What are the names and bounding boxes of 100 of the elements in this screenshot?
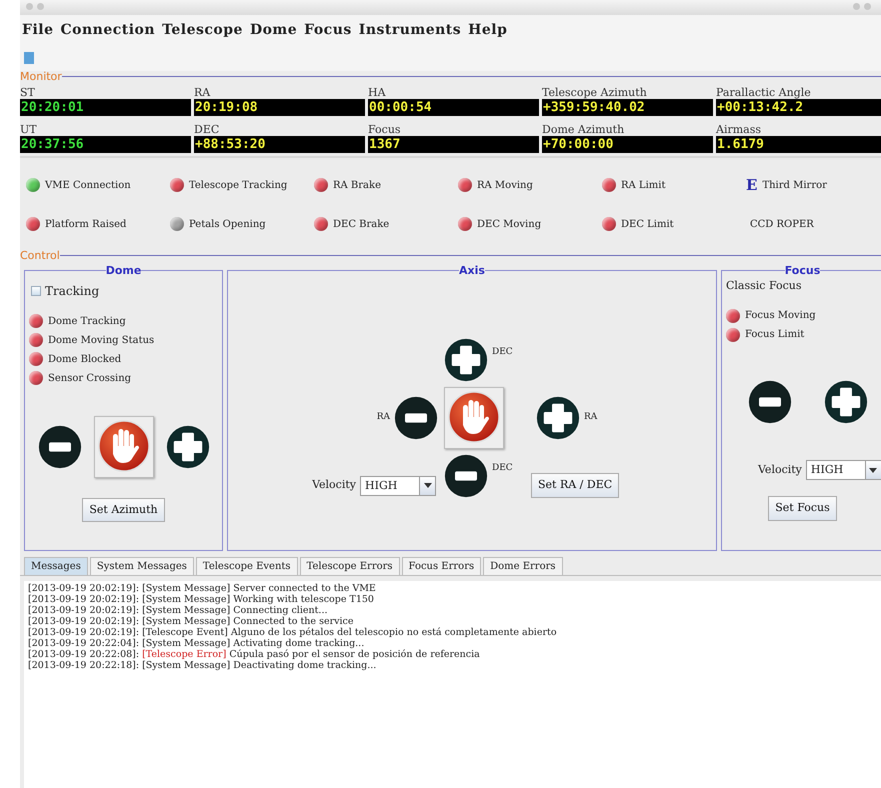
log-line: [2013-09-19 20:02:19]: [System Message] Working with telescope T150 <box>28 594 375 604</box>
plus-icon <box>166 424 210 468</box>
minus-icon <box>444 454 488 498</box>
readout-value: 20:20:01 <box>20 99 191 116</box>
menu-item[interactable]: Help <box>468 20 508 40</box>
field-label: Dome Azimuth <box>542 122 626 136</box>
readout-value: +359:59:40.02 <box>542 99 713 116</box>
indicator-label: Platform Raised <box>45 218 126 232</box>
indicator-label: Dome Moving Status <box>48 334 154 348</box>
tracking-checkbox[interactable] <box>31 286 41 296</box>
indicator-label: Third Mirror <box>762 178 827 193</box>
log-line: [2013-09-19 20:02:19]: [System Message] Connecting client... <box>28 604 328 616</box>
section-title: Axis <box>459 264 485 276</box>
indicator-label: Dome Blocked <box>48 352 122 366</box>
indicator-label: Telescope Tracking <box>189 178 288 193</box>
set-ra-dec-button[interactable]: Set RA / DEC <box>531 473 620 498</box>
axis-label: DEC <box>492 462 513 474</box>
tab[interactable]: Messages <box>24 556 88 574</box>
log-line: [2013-09-19 20:22:18]: [System Message] Deactivating dome tracking... <box>28 660 378 670</box>
readout-value: 20:19:08 <box>194 99 365 116</box>
section-title: Control <box>20 250 60 260</box>
focus-subtitle: Classic Focus <box>726 278 803 294</box>
tab[interactable]: Telescope Errors <box>300 556 400 574</box>
plus-icon <box>824 380 868 424</box>
caret-icon <box>869 468 878 472</box>
velocity-dropdown[interactable]: HIGH <box>360 476 436 496</box>
log-line: [2013-09-19 20:22:04]: [System Message] Activating dome tracking... <box>28 638 366 648</box>
indicator-label: RA Moving <box>477 178 533 193</box>
minus-icon <box>748 380 792 424</box>
mirror-letter: E <box>746 175 758 196</box>
field-label: HA <box>368 85 387 99</box>
dome-minus-button[interactable] <box>38 424 82 468</box>
minus-icon <box>38 424 82 468</box>
plus-icon <box>444 338 488 382</box>
field-label: Parallactic Angle <box>716 85 812 99</box>
field-label: RA <box>194 85 212 99</box>
velocity-label: Velocity <box>312 477 356 494</box>
plus-icon <box>536 396 580 440</box>
velocity-dropdown[interactable]: HIGH <box>806 460 881 480</box>
menu-item[interactable]: Focus <box>304 20 352 40</box>
menu-item[interactable]: Connection <box>60 20 156 40</box>
indicator-label: Sensor Crossing <box>48 372 132 386</box>
indicator-label: CCD ROPER <box>750 218 814 232</box>
field-label: Telescope Azimuth <box>542 85 648 99</box>
checkbox-label: Tracking <box>45 282 100 300</box>
dec-plus-button[interactable] <box>444 338 488 382</box>
stop-button[interactable] <box>94 416 154 478</box>
indicator-label: RA Brake <box>333 178 381 193</box>
set-azimuth-button[interactable]: Set Azimuth <box>82 498 165 522</box>
readout-value: 1367 <box>368 136 539 153</box>
log-line: [2013-09-19 20:02:19]: [System Message] Connected to the service <box>28 616 354 626</box>
log-line: [2013-09-19 20:02:19]: [Telescope Event] Alguno de los pétalos del telescopio no está completamente abierto <box>28 626 558 638</box>
ra-minus-button[interactable] <box>394 396 438 440</box>
tab[interactable]: Focus Errors <box>402 556 482 574</box>
axis-label: RA <box>584 410 598 424</box>
tab[interactable]: Dome Errors <box>483 556 563 574</box>
readout-value: 00:00:54 <box>368 99 539 116</box>
field-label: Focus <box>368 122 402 136</box>
indicator-label: DEC Moving <box>477 218 542 232</box>
set-focus-button[interactable]: Set Focus <box>768 496 837 520</box>
section-title: Dome <box>106 264 142 276</box>
menu-item[interactable]: Instruments <box>358 20 462 40</box>
readout-value: 20:37:56 <box>20 136 191 153</box>
log-line: [2013-09-19 20:02:19]: [System Message] Server connected to the VME <box>28 582 377 594</box>
readout-value: +70:00:00 <box>542 136 713 153</box>
indicator-label: DEC Limit <box>621 218 674 232</box>
focus-minus-button[interactable] <box>748 380 792 424</box>
caret-icon <box>424 483 432 488</box>
indicator-label: Focus Limit <box>745 328 804 342</box>
ra-plus-button[interactable] <box>536 396 580 440</box>
readout-value: 1.6179 <box>716 136 881 153</box>
field-label: ST <box>20 85 36 99</box>
indicator-label: VME Connection <box>45 178 131 193</box>
indicator-label: Focus Moving <box>745 309 816 323</box>
dome-plus-button[interactable] <box>166 424 210 468</box>
indicator-label: RA Limit <box>621 178 666 193</box>
readout-value: +00:13:42.2 <box>716 99 881 116</box>
indicator-label: Dome Tracking <box>48 314 126 328</box>
tab[interactable]: Telescope Events <box>196 556 298 574</box>
tab[interactable]: System Messages <box>90 556 194 574</box>
focus-plus-button[interactable] <box>824 380 868 424</box>
velocity-label: Velocity <box>758 462 802 478</box>
field-label: Airmass <box>716 122 762 136</box>
indicator-label: DEC Brake <box>333 218 390 232</box>
field-label: DEC <box>194 122 220 136</box>
axis-label: RA <box>376 410 390 424</box>
axis-label: DEC <box>492 346 513 358</box>
minus-icon <box>394 396 438 440</box>
stop-hand-icon <box>98 420 150 474</box>
section-title: Focus <box>784 264 820 276</box>
readout-value: +88:53:20 <box>194 136 365 153</box>
field-label: UT <box>20 122 38 136</box>
menu-item[interactable]: Telescope <box>162 20 243 40</box>
indicator-label: Petals Opening <box>189 218 266 232</box>
menu-item[interactable]: Dome <box>250 20 298 40</box>
stop-button[interactable] <box>444 386 504 448</box>
log-line: [2013-09-19 20:22:08]: [Telescope Error] Cúpula pasó por el sensor de posición de referencia <box>28 648 481 660</box>
dec-minus-button[interactable] <box>444 454 488 498</box>
menu-item[interactable]: File <box>22 20 54 40</box>
section-title: Monitor <box>20 71 62 82</box>
